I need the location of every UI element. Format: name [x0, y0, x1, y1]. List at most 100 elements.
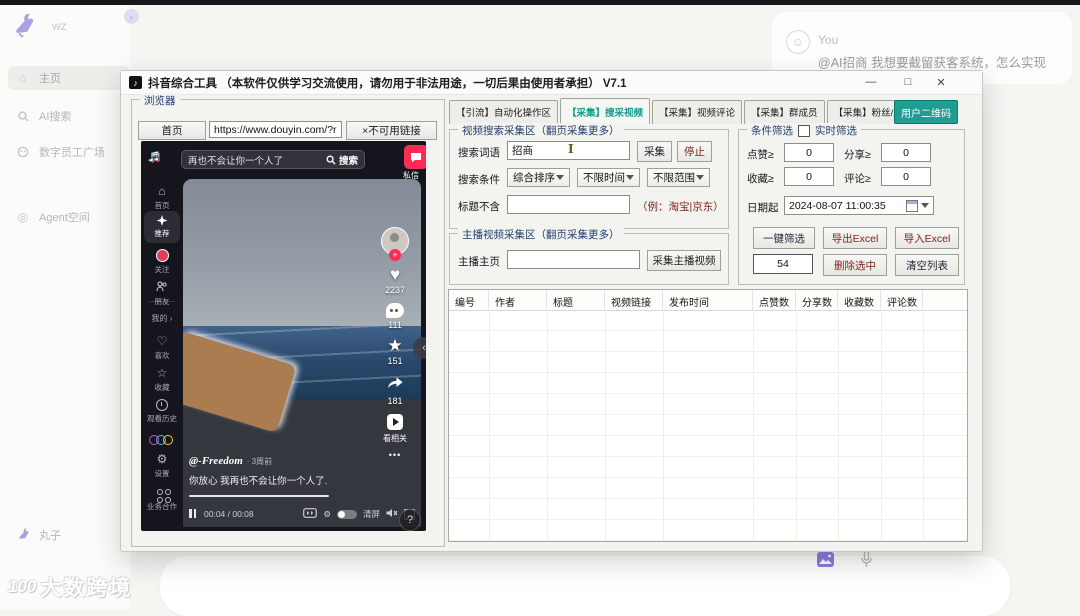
- col-header[interactable]: 收藏数: [838, 290, 881, 310]
- exclude-input[interactable]: [507, 195, 630, 214]
- minimize-button[interactable]: —: [863, 75, 879, 89]
- home-icon: ⌂: [19, 71, 27, 85]
- tab-video-comments[interactable]: 【采集】视频评论: [652, 100, 743, 124]
- video-author[interactable]: @-Freedom · 3周前: [189, 455, 272, 467]
- douyin-nav-recommend[interactable]: 推荐: [144, 211, 180, 243]
- douyin-nav-rings[interactable]: [141, 435, 183, 445]
- chevron-down-icon: [921, 203, 929, 208]
- tab-search-collect-video[interactable]: 【采集】搜采视频: [560, 98, 651, 124]
- top-strip: [0, 0, 1080, 5]
- col-header[interactable]: 视频链接: [605, 290, 663, 310]
- comment-icon[interactable]: [386, 303, 404, 318]
- clear-list-button[interactable]: 清空列表: [895, 254, 959, 276]
- anchor-home-input[interactable]: [507, 250, 640, 269]
- author-avatar[interactable]: [381, 227, 409, 261]
- mic-icon[interactable]: [860, 550, 873, 573]
- app-logo-text: wz: [52, 19, 67, 33]
- anchor-collect-groupbox: 主播视频采集区（翻页采集更多） 主播主页 采集主播视频: [449, 227, 729, 285]
- tab-group-members[interactable]: 【采集】群成员: [744, 100, 825, 124]
- grid-line: [881, 310, 882, 541]
- daxu-watermark: 100 大数跨境: [8, 572, 132, 602]
- douyin-nav-home[interactable]: ⌂ 首页: [141, 185, 183, 211]
- gear-icon: ⚙: [156, 452, 168, 466]
- mute-icon[interactable]: [386, 508, 398, 520]
- friends-icon: [156, 281, 168, 294]
- comment-filter-input[interactable]: [881, 167, 931, 186]
- app-logo: wz: [12, 13, 67, 39]
- related-play-icon[interactable]: [387, 414, 403, 430]
- collect-anchor-videos-button[interactable]: 采集主播视频: [647, 250, 721, 271]
- results-table[interactable]: 编号 作者 标题 视频链接 发布时间 点赞数 分享数 收藏数 评论数: [448, 289, 968, 542]
- range-select[interactable]: 不限范围: [647, 168, 710, 187]
- sidebar-item-label: 数字员工广场: [39, 147, 105, 159]
- date-from-label: 日期起: [747, 202, 779, 214]
- douyin-nav-likes[interactable]: ♡ 喜欢: [141, 335, 183, 361]
- favorite-filter-input[interactable]: [784, 167, 834, 186]
- direct-message-badge[interactable]: [404, 145, 426, 169]
- export-excel-button[interactable]: 导出Excel: [823, 227, 887, 249]
- douyin-nav-favorites[interactable]: ☆ 收藏: [141, 367, 183, 393]
- window-titlebar[interactable]: ♪ 抖音综合工具 （本软件仅供学习交流使用，请勿用于非法用途，一切后果由使用者承…: [121, 71, 982, 95]
- douyin-nav-friends[interactable]: 朋友: [141, 281, 183, 307]
- collect-button[interactable]: 采集: [637, 141, 672, 162]
- pause-icon[interactable]: [189, 508, 198, 520]
- favorite-icon[interactable]: ★: [387, 337, 402, 354]
- sort-select[interactable]: 综合排序: [507, 168, 570, 187]
- col-header[interactable]: 评论数: [881, 290, 923, 310]
- share-filter-input[interactable]: [881, 143, 931, 162]
- delete-selected-button[interactable]: 删除选中: [823, 254, 887, 276]
- one-click-filter-button[interactable]: 一键筛选: [753, 227, 815, 249]
- grid-line: [663, 310, 664, 541]
- douyin-search-button[interactable]: 搜索: [326, 153, 358, 167]
- action-rail: ♥ 2237 111 ★ 151 181 看相关 •••: [377, 227, 413, 460]
- invalid-link-button[interactable]: ×不可用链接: [346, 121, 437, 140]
- time-select[interactable]: 不限时间: [577, 168, 640, 187]
- chat-input-bar[interactable]: [160, 556, 1010, 616]
- douyin-nav-history[interactable]: 观看历史: [141, 399, 183, 424]
- calendar-icon: [906, 199, 918, 212]
- douyin-nav-settings[interactable]: ⚙ 设置: [141, 453, 183, 479]
- douyin-nav-mine[interactable]: 我的 ›: [141, 311, 183, 324]
- chat-sender: You: [818, 33, 839, 47]
- col-header[interactable]: 发布时间: [663, 290, 753, 310]
- settings-gear-icon[interactable]: ⚙: [323, 509, 331, 520]
- col-header[interactable]: 作者: [489, 290, 547, 310]
- like-filter-input[interactable]: [784, 143, 834, 162]
- autoplay-icon[interactable]: [303, 508, 318, 520]
- clear-screen-toggle[interactable]: [336, 509, 357, 519]
- browser-legend: 浏览器: [140, 93, 180, 108]
- sidebar-item-digital-staff[interactable]: 数字员工广场: [8, 140, 130, 164]
- sidebar-item-wanzi[interactable]: 丸子: [8, 523, 130, 547]
- import-excel-button[interactable]: 导入Excel: [895, 227, 959, 249]
- sidebar-item-ai-search[interactable]: AI搜索: [8, 104, 130, 128]
- douyin-nav-business[interactable]: 业务合作: [141, 489, 183, 512]
- video-search-legend: 视频搜索采集区（翻页采集更多）: [458, 123, 624, 138]
- like-icon[interactable]: ♥: [390, 266, 400, 283]
- grid-line: [547, 310, 548, 541]
- image-upload-icon[interactable]: [817, 552, 834, 572]
- sidebar-item-agent-space[interactable]: ◎ Agent空间: [8, 205, 130, 229]
- user-qrcode-button[interactable]: 用户二维码: [894, 100, 958, 124]
- col-header[interactable]: 分享数: [796, 290, 838, 310]
- more-icon[interactable]: •••: [389, 450, 401, 460]
- col-header[interactable]: 点赞数: [753, 290, 796, 310]
- video-progress-bar[interactable]: [189, 495, 329, 497]
- browser-home-button[interactable]: 首页: [138, 121, 206, 140]
- sidebar-item-home[interactable]: ⌂ 主页: [8, 66, 130, 90]
- date-from-input[interactable]: 2024-08-07 11:00:35: [784, 196, 934, 215]
- stop-button[interactable]: 停止: [677, 141, 712, 162]
- maximize-button[interactable]: □: [900, 75, 916, 89]
- help-button[interactable]: ?: [399, 509, 421, 531]
- url-input[interactable]: [209, 121, 342, 138]
- douyin-nav-follow[interactable]: 关注: [141, 249, 183, 275]
- share-filter-label: 分享≥: [844, 149, 871, 161]
- filter-legend: 条件筛选 实时筛选: [747, 123, 861, 138]
- sidebar-collapse-button[interactable]: ‹: [124, 9, 139, 24]
- realtime-checkbox[interactable]: [798, 124, 810, 137]
- share-icon[interactable]: [386, 374, 404, 394]
- tab-automation[interactable]: 【引流】自动化操作区: [449, 100, 559, 124]
- col-header[interactable]: 编号: [449, 290, 489, 310]
- close-button[interactable]: ✕: [933, 75, 949, 89]
- col-header[interactable]: 标题: [547, 290, 605, 310]
- douyin-search-bar[interactable]: 再也不会让你一个人了 搜索: [181, 150, 365, 169]
